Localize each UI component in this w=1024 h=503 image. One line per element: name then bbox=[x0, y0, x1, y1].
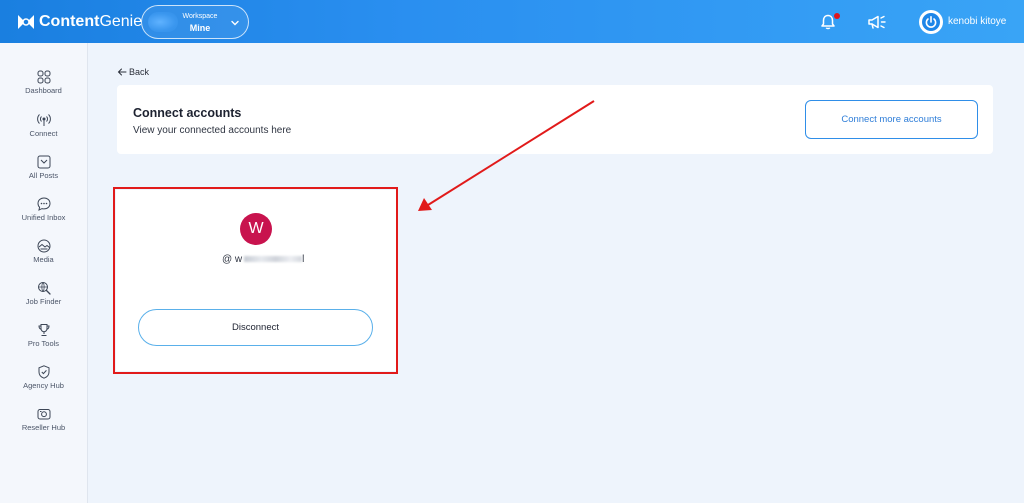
workspace-selector[interactable]: Workspace Mine bbox=[141, 5, 249, 39]
shield-check-icon bbox=[38, 365, 49, 379]
page-subtitle: View your connected accounts here bbox=[133, 125, 292, 136]
sidebar: Dashboard Connect All Posts Unified Inbo… bbox=[0, 43, 88, 503]
account-handle: @ w l bbox=[222, 254, 304, 265]
grid-icon bbox=[37, 70, 50, 84]
back-label: Back bbox=[129, 67, 150, 77]
sidebar-item-label: Pro Tools bbox=[27, 339, 60, 348]
sidebar-item-reseller-hub[interactable]: Reseller Hub bbox=[0, 406, 87, 432]
sidebar-item-label: All Posts bbox=[28, 171, 59, 180]
logo-icon bbox=[18, 15, 34, 29]
user-name[interactable]: kenobi kitoye bbox=[948, 16, 1006, 27]
page-title: Connect accounts bbox=[133, 106, 242, 120]
brand-name: ContentGenie bbox=[39, 13, 143, 30]
top-bar: ContentGenie Workspace Mine kenobi kitoy… bbox=[0, 0, 1024, 43]
megaphone-icon[interactable] bbox=[866, 12, 888, 32]
user-avatar[interactable] bbox=[919, 10, 943, 34]
sidebar-item-label: Reseller Hub bbox=[21, 423, 66, 432]
sidebar-item-pro-tools[interactable]: Pro Tools bbox=[0, 322, 87, 348]
inbox-icon bbox=[37, 155, 50, 169]
sidebar-item-connect[interactable]: Connect bbox=[0, 112, 87, 138]
handle-prefix: @ w bbox=[222, 254, 243, 265]
trophy-icon bbox=[37, 324, 50, 336]
chat-bubble-icon bbox=[36, 197, 51, 211]
camera-icon bbox=[37, 409, 50, 420]
sidebar-item-job-finder[interactable]: Job Finder bbox=[0, 280, 87, 306]
sidebar-item-label: Job Finder bbox=[25, 297, 62, 306]
sidebar-item-dashboard[interactable]: Dashboard bbox=[0, 69, 87, 95]
arrow-left-icon bbox=[117, 68, 127, 76]
sidebar-item-media[interactable]: Media bbox=[0, 238, 87, 264]
notification-dot bbox=[834, 13, 840, 19]
connect-more-accounts-button[interactable]: Connect more accounts bbox=[805, 100, 978, 139]
workspace-avatar bbox=[148, 12, 178, 32]
disconnect-button[interactable]: Disconnect bbox=[138, 309, 373, 346]
sidebar-item-agency-hub[interactable]: Agency Hub bbox=[0, 364, 87, 390]
search-globe-icon bbox=[37, 282, 51, 295]
handle-suffix: l bbox=[302, 254, 305, 265]
broadcast-icon bbox=[36, 114, 51, 126]
workspace-label: Workspace bbox=[182, 13, 218, 20]
workspace-value: Mine bbox=[189, 23, 211, 33]
redacted-handle bbox=[244, 256, 303, 263]
account-avatar: W bbox=[240, 213, 272, 245]
power-icon bbox=[922, 13, 940, 31]
connect-accounts-header: Connect accounts View your connected acc… bbox=[117, 85, 993, 154]
sidebar-item-label: Unified Inbox bbox=[21, 213, 66, 222]
media-icon bbox=[37, 239, 50, 253]
chevron-down-icon bbox=[231, 20, 239, 26]
brand-logo[interactable]: ContentGenie bbox=[16, 10, 142, 34]
sidebar-item-label: Dashboard bbox=[25, 86, 62, 95]
sidebar-item-label: Connect bbox=[29, 129, 58, 138]
sidebar-item-unified-inbox[interactable]: Unified Inbox bbox=[0, 196, 87, 222]
back-link[interactable]: Back bbox=[117, 67, 149, 77]
sidebar-item-label: Agency Hub bbox=[23, 381, 64, 390]
sidebar-item-all-posts[interactable]: All Posts bbox=[0, 154, 87, 180]
sidebar-item-label: Media bbox=[33, 255, 54, 264]
